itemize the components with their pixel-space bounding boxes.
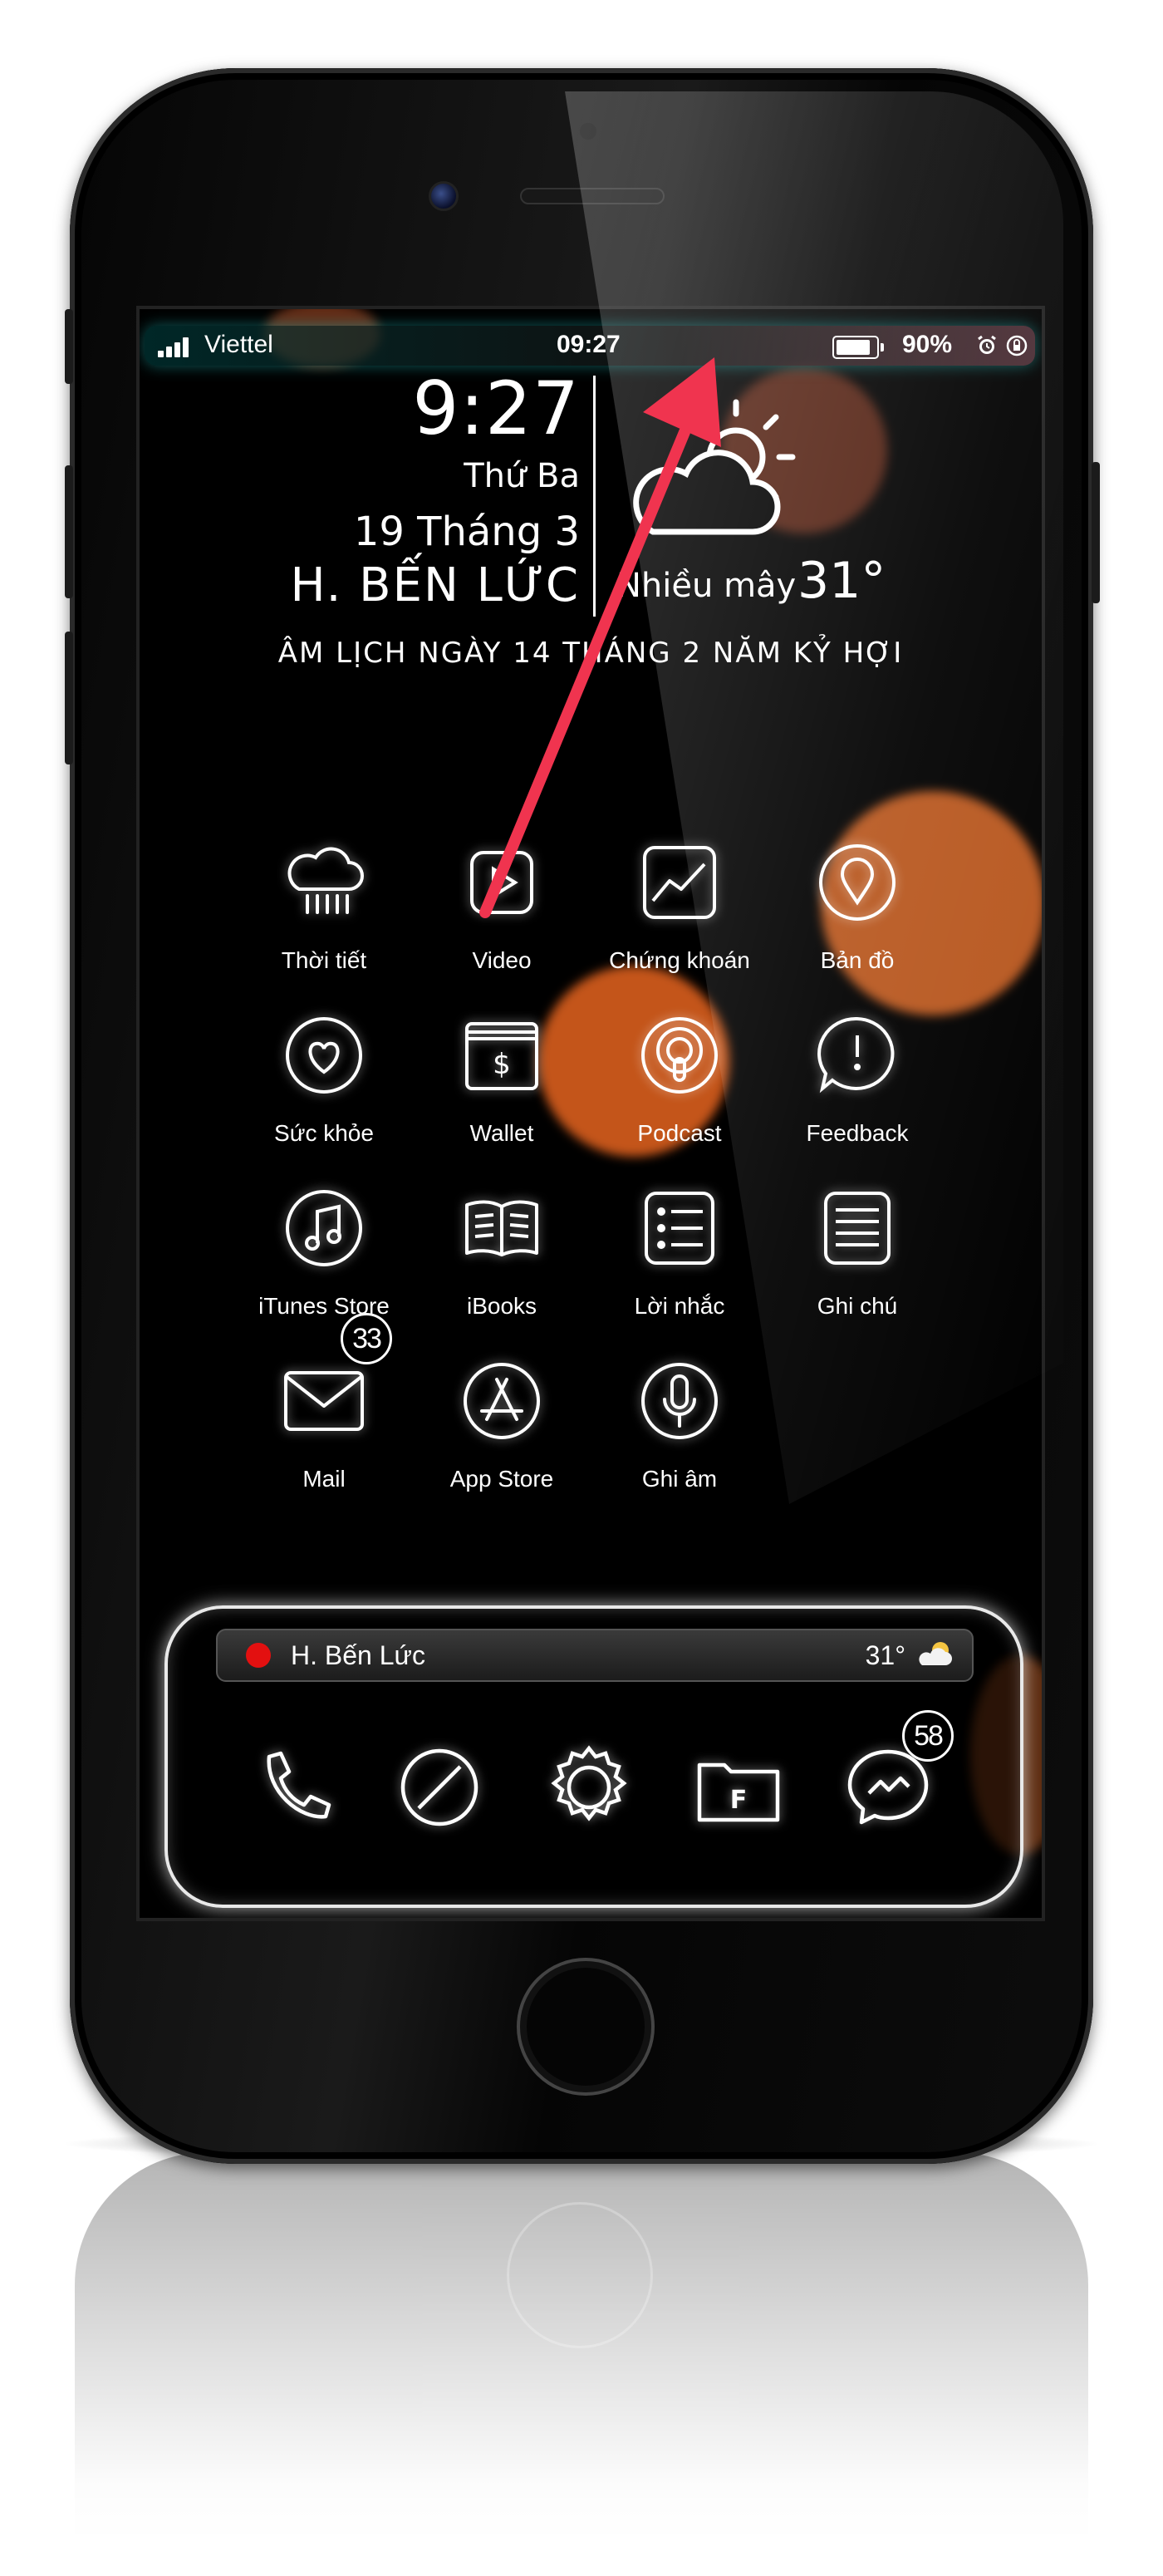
music-note-icon	[282, 1187, 366, 1270]
clock-date: 19 Tháng 3	[353, 509, 580, 555]
volume-down-button	[65, 632, 73, 764]
earpiece-speaker	[520, 188, 665, 204]
safari-compass-icon	[400, 1748, 478, 1826]
mail-badge: 33	[341, 1313, 392, 1364]
svg-text:F: F	[730, 1786, 748, 1815]
sun-cloud-icon	[919, 1642, 952, 1665]
app-label: iBooks	[466, 1293, 537, 1319]
app-label: Bản đồ	[820, 947, 895, 973]
location-weather-widget[interactable]: H. Bến Lức 31°	[216, 1629, 974, 1682]
signal-bars-icon	[158, 336, 196, 357]
messenger-badge: 58	[902, 1710, 954, 1762]
lunar-date: ÂM LỊCH NGÀY 14 THÁNG 2 NĂM KỶ HỢI	[277, 637, 904, 670]
files-folder-icon: F	[697, 1762, 780, 1822]
app-label: Chứng khoán	[609, 947, 750, 973]
app-label: Wallet	[469, 1120, 534, 1146]
reminders-list-icon	[638, 1187, 721, 1270]
svg-text:$: $	[493, 1048, 511, 1081]
mail-envelope-icon	[282, 1359, 366, 1443]
home-button-reflection	[507, 2202, 653, 2348]
phone-icon	[267, 1751, 331, 1819]
book-icon	[460, 1187, 543, 1270]
app-suc-khoe[interactable]: Sức khỏe	[241, 1014, 407, 1180]
app-label: Podcast	[637, 1120, 722, 1146]
app-label: iTunes Store	[258, 1293, 390, 1319]
mute-switch	[65, 309, 73, 384]
carrier-name: Viettel	[204, 331, 273, 358]
app-feedback[interactable]: Feedback	[774, 1014, 940, 1180]
feedback-bubble-icon	[816, 1014, 899, 1097]
dock-settings[interactable]	[543, 1742, 635, 1833]
app-label: App Store	[449, 1466, 554, 1492]
map-pin-icon	[816, 841, 899, 924]
app-label: Mail	[302, 1466, 346, 1492]
clock-day-of-week: Thứ Ba	[464, 457, 580, 495]
app-video[interactable]: Video	[419, 841, 585, 1007]
app-label: Lời nhắc	[634, 1293, 725, 1319]
weather-rain-icon	[282, 841, 366, 924]
home-button[interactable]	[517, 1958, 655, 2096]
dock-phone[interactable]	[244, 1742, 336, 1833]
status-time: 09:27	[557, 331, 621, 358]
app-app-store[interactable]: App Store	[419, 1359, 585, 1526]
alarm-icon	[978, 335, 996, 354]
app-chung-khoan[interactable]: Chứng khoán	[596, 841, 763, 1007]
app-label: Video	[472, 947, 532, 973]
video-play-icon	[460, 841, 543, 924]
microphone-icon	[638, 1359, 721, 1443]
weather-description: Nhiều mây	[616, 567, 797, 605]
app-ban-do[interactable]: Bản đồ	[774, 841, 940, 1007]
app-label: Feedback	[806, 1120, 909, 1146]
proximity-sensor	[580, 123, 596, 140]
app-ghi-am[interactable]: Ghi âm	[596, 1359, 763, 1526]
wallet-icon: $	[460, 1014, 543, 1097]
heart-icon	[282, 1014, 366, 1097]
widget-temperature: 31°	[865, 1640, 905, 1670]
app-loi-nhac[interactable]: Lời nhắc	[596, 1187, 763, 1353]
dock: H. Bến Lức 31° F 58	[164, 1605, 1023, 1908]
settings-gear-icon	[551, 1745, 627, 1821]
app-mail[interactable]: 33 Mail	[241, 1313, 407, 1526]
app-wallet[interactable]: $ Wallet	[419, 1014, 585, 1180]
notes-icon	[816, 1187, 899, 1270]
battery-percent: 90%	[902, 331, 953, 358]
podcast-icon	[638, 1014, 721, 1097]
rotation-lock-icon	[1006, 335, 1028, 356]
dock-files[interactable]: F	[693, 1742, 784, 1833]
phone-reflection	[75, 2152, 1088, 2543]
clock-location: H. BẾN LỨC	[290, 558, 580, 612]
clock-time: 9:27	[412, 366, 580, 451]
widget-divider	[593, 376, 596, 617]
weather-temperature: 31°	[797, 552, 886, 610]
front-camera	[429, 181, 459, 211]
battery-icon	[832, 336, 884, 359]
stocks-chart-icon	[638, 841, 721, 924]
app-thoi-tiet[interactable]: Thời tiết	[241, 841, 407, 1007]
status-bar: Viettel 09:27 90%	[145, 326, 1035, 366]
app-podcast[interactable]: Podcast	[596, 1014, 763, 1180]
app-label: Ghi chú	[817, 1293, 898, 1319]
app-ghi-chu[interactable]: Ghi chú	[774, 1187, 940, 1353]
home-screen: Viettel 09:27 90% 9:27 Thứ Ba 19 Tháng 3…	[136, 306, 1045, 1921]
power-button	[1092, 462, 1100, 603]
app-store-icon	[460, 1359, 543, 1443]
location-red-dot	[246, 1643, 271, 1668]
dock-messenger[interactable]: 58	[842, 1710, 954, 1833]
app-label: Thời tiết	[281, 947, 367, 973]
widget-location: H. Bến Lức	[291, 1640, 425, 1670]
dock-safari[interactable]	[394, 1742, 485, 1833]
app-label: Ghi âm	[641, 1466, 718, 1492]
app-ibooks[interactable]: iBooks	[419, 1187, 585, 1353]
partly-cloudy-icon	[633, 399, 796, 535]
app-label: Sức khỏe	[274, 1120, 374, 1146]
volume-up-button	[65, 465, 73, 598]
